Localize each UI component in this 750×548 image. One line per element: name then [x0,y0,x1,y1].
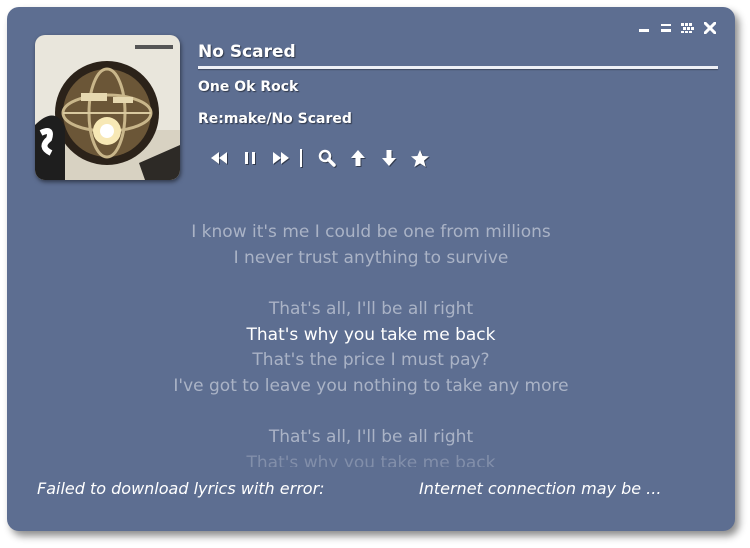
close-icon[interactable] [703,21,717,35]
track-album: Re:make/No Scared [198,111,352,127]
lyric-line: That's all, I'll be all right [268,299,474,319]
arrow-down-icon[interactable] [373,147,404,169]
minimize-icon[interactable] [637,21,651,35]
controls-separator [300,149,302,167]
lyric-line-current: That's why you take me back [246,325,496,345]
player-controls [203,147,435,169]
rewind-icon[interactable] [203,147,234,169]
lyric-line-fading: That's why you take me back [246,453,496,467]
album-art [35,35,180,180]
window-controls [637,21,717,35]
lyric-line: I know it's me I could be one from milli… [191,222,551,242]
status-detail: Internet connection may be ... [419,479,662,498]
pause-icon[interactable] [234,147,265,169]
lyric-line: I've got to leave you nothing to take an… [173,376,569,396]
track-title: No Scared [198,42,296,62]
lyric-line: That's all, I'll be all right [268,427,474,447]
fast-forward-icon[interactable] [265,147,296,169]
arrow-up-icon[interactable] [342,147,373,169]
track-artist: One Ok Rock [198,79,299,95]
lyric-line-partial: · · · [7,197,735,207]
lyric-line: I never trust anything to survive [233,248,509,268]
lyric-line: That's the price I must pay? [252,350,490,370]
title-divider [198,66,718,69]
status-message: Failed to download lyrics with error: [37,479,325,498]
restore-icon[interactable] [659,21,673,35]
star-icon[interactable] [404,147,435,169]
track-info: No Scared One Ok Rock Re:make/No Scared [198,41,718,127]
lyrics-panel[interactable]: · · · I know it's me I could be one from… [7,197,735,467]
grid-icon[interactable] [681,21,695,35]
search-icon[interactable] [311,147,342,169]
lyrics-window: No Scared One Ok Rock Re:make/No Scared … [7,7,735,531]
status-bar: Failed to download lyrics with error: In… [37,479,727,503]
